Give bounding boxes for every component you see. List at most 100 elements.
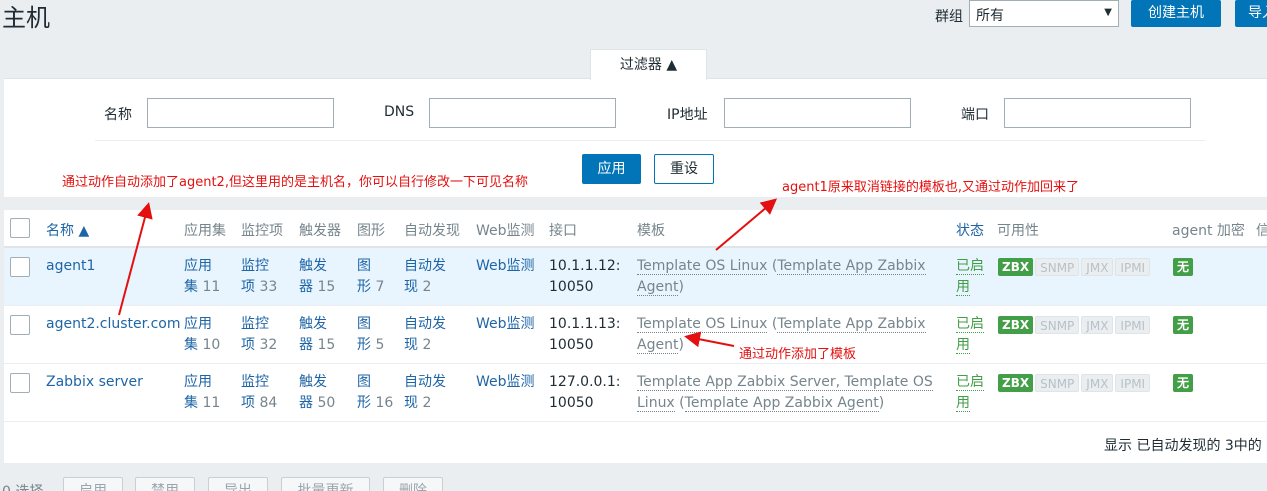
triggers-link[interactable]: 触发 器 15 [299,256,335,298]
status-text-2: 用 [956,337,970,354]
graphs-count: 16 [375,395,394,411]
row-checkbox[interactable] [10,315,30,335]
discovery-link[interactable]: 自动发 现 2 [404,314,446,356]
interface-cell: 10.1.1.13: 10050 [549,314,621,356]
row-checkbox[interactable] [10,257,30,277]
filter-port-input[interactable] [1004,98,1191,128]
apps-link[interactable]: 应用 集 10 [184,314,220,356]
graphs-link-text-2: 形 [357,337,371,353]
template-link-2[interactable]: Linux [637,395,675,412]
enable-button[interactable]: 启用 [63,477,123,491]
interface-port: 10050 [549,395,594,411]
template-parent-link[interactable]: Template App Zabbix [777,258,926,275]
template-parent-link[interactable]: Template App Zabbix Agent [684,395,879,412]
mass-update-button[interactable]: 批量更新 [281,477,370,491]
host-name-link[interactable]: Zabbix server [46,372,143,393]
header-web: Web监测 [476,223,535,239]
graphs-link[interactable]: 图 形 5 [357,314,384,356]
group-select[interactable]: 所有 ▼ [969,0,1119,27]
triggers-link-text-2: 器 [299,337,313,353]
annotation-left-note: 通过动作自动添加了agent2,但这里用的是主机名，你可以自行修改一下可见名称 [62,175,528,190]
discovery-count: 2 [422,395,432,411]
delete-button[interactable]: 删除 [383,477,443,491]
status-toggle[interactable]: 已启 用 [956,256,984,298]
header-templates: 模板 [637,223,665,239]
template-paren: ( [674,395,685,411]
template-parent-link-2[interactable]: Agent [637,279,679,296]
graphs-link-text: 图 [357,258,371,274]
interface-port: 10050 [549,337,594,353]
graphs-link[interactable]: 图 形 7 [357,256,384,298]
web-link[interactable]: Web监测 [476,372,535,393]
annotation-right-note: agent1原来取消链接的模板也,又通过动作加回来了 [782,180,1079,195]
select-all-checkbox[interactable] [10,218,30,238]
discovery-link[interactable]: 自动发 现 2 [404,372,446,414]
header-name[interactable]: 名称 ▲ [46,220,89,240]
snmp-badge: SNMP [1035,316,1080,334]
items-link[interactable]: 监控 项 84 [241,372,277,414]
template-link[interactable]: Template OS Linux [637,316,768,333]
items-link[interactable]: 监控 项 33 [241,256,277,298]
graphs-link[interactable]: 图 形 16 [357,372,393,414]
apps-link-text: 应用 [184,316,212,332]
ipmi-badge: IPMI [1115,316,1151,334]
template-paren: ( [767,258,778,274]
header-graphs: 图形 [357,223,385,239]
header-availability: 可用性 [997,223,1039,239]
items-link-text-2: 项 [241,395,255,411]
template-link[interactable]: Template OS Linux [637,258,768,275]
header-triggers: 触发器 [299,223,341,239]
items-link-text-2: 项 [241,279,255,295]
template-parent-link[interactable]: Template App Zabbix [777,316,926,333]
filter-name-input[interactable] [147,98,334,128]
discovery-link-text: 自动发 [404,374,446,390]
status-text-2: 用 [956,279,970,296]
header-items: 监控项 [241,223,283,239]
reset-button[interactable]: 重设 [654,154,714,184]
discovery-link[interactable]: 自动发 现 2 [404,256,446,298]
apps-link-text-2: 集 [184,337,198,353]
header-discovery: 自动发现 [404,223,460,239]
items-link[interactable]: 监控 项 32 [241,314,277,356]
interface-cell: 127.0.0.1: 10050 [549,372,621,414]
header-interface: 接口 [549,223,577,239]
import-button[interactable]: 导入 [1235,0,1267,27]
interface-ip: 10.1.1.12: [549,258,621,274]
host-name-link[interactable]: agent2.cluster.com [46,314,180,335]
filter-name-label: 名称 [104,107,132,123]
zbx-badge: ZBX [998,258,1034,276]
status-toggle[interactable]: 已启 用 [956,372,984,414]
encryption-badge: 无 [1173,316,1194,334]
triggers-count: 15 [317,279,336,295]
filter-dns-input[interactable] [429,98,616,128]
items-count: 84 [259,395,278,411]
create-host-button[interactable]: 创建主机 [1131,0,1221,27]
header-status[interactable]: 状态 [956,220,984,240]
filter-toggle-tab[interactable]: 过滤器 ▲ [590,49,707,80]
apps-link[interactable]: 应用 集 11 [184,372,220,414]
table-footer-count: 显示 已自动发现的 3中的 [1104,438,1262,454]
triggers-link[interactable]: 触发 器 15 [299,314,335,356]
export-button[interactable]: 导出 [208,477,268,491]
triggers-link[interactable]: 触发 器 50 [299,372,335,414]
apps-link[interactable]: 应用 集 11 [184,256,220,298]
jmx-badge: JMX [1081,258,1114,276]
filter-ip-label: IP地址 [667,107,708,123]
disable-button[interactable]: 禁用 [135,477,195,491]
web-link[interactable]: Web监测 [476,256,535,277]
graphs-count: 7 [375,279,385,295]
web-link[interactable]: Web监测 [476,314,535,335]
filter-ip-input[interactable] [724,98,911,128]
apply-button[interactable]: 应用 [582,154,641,184]
template-parent-link-2[interactable]: Agent [637,337,679,354]
templates-cell: Template OS Linux (Template App Zabbix A… [637,256,926,298]
triggers-link-text-2: 器 [299,395,313,411]
selected-count: 0 选择 [2,481,43,491]
row-checkbox[interactable] [10,373,30,393]
page-title: 主机 [2,4,50,32]
snmp-badge: SNMP [1035,258,1080,276]
header-encryption: agent 加密 [1172,223,1245,239]
template-link[interactable]: Template App Zabbix Server, Template OS [637,374,933,391]
status-toggle[interactable]: 已启 用 [956,314,984,356]
host-name-link[interactable]: agent1 [46,256,95,277]
